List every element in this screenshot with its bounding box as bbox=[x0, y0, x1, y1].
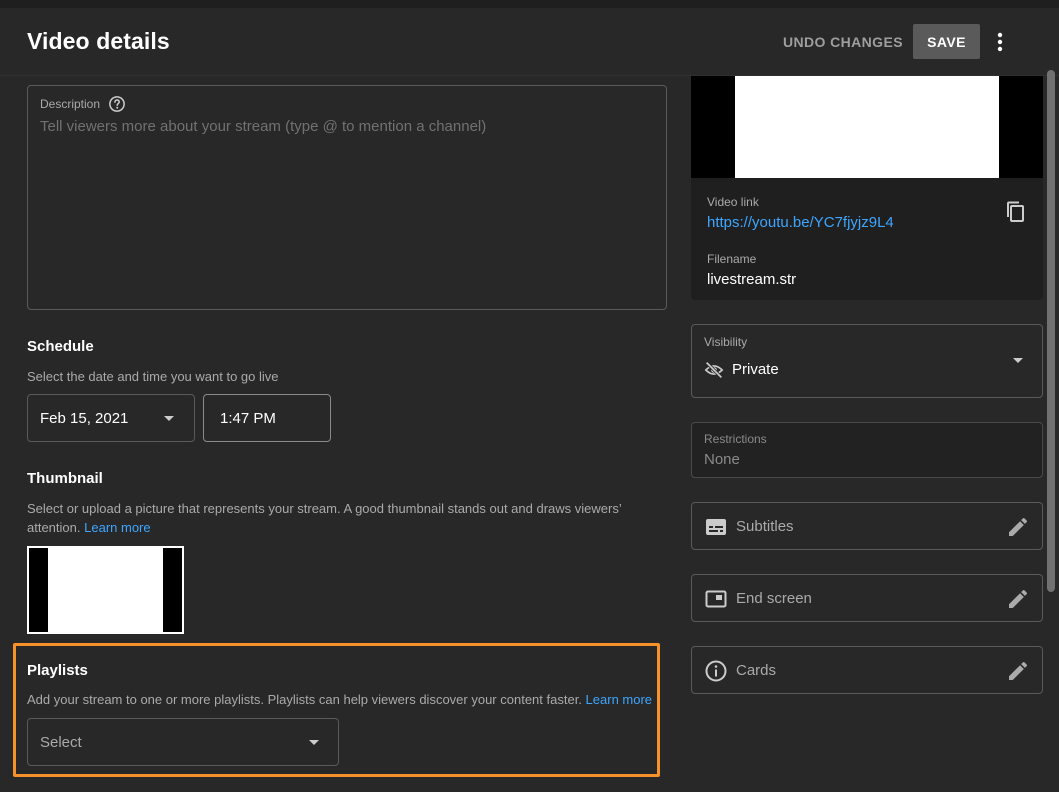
playlists-desc: Add your stream to one or more playlists… bbox=[27, 690, 652, 709]
schedule-title: Schedule bbox=[27, 338, 94, 355]
visibility-off-icon bbox=[704, 361, 724, 379]
time-input[interactable]: 1:47 PM bbox=[203, 394, 331, 442]
description-placeholder: Tell viewers more about your stream (typ… bbox=[40, 118, 487, 135]
visibility-value: Private bbox=[732, 361, 779, 378]
restrictions-value: None bbox=[704, 451, 740, 468]
thumbnail-frame bbox=[48, 548, 163, 632]
subtitles-label: Subtitles bbox=[736, 518, 794, 535]
playlist-select[interactable]: Select bbox=[27, 718, 339, 766]
chevron-down-icon bbox=[1013, 358, 1023, 363]
pencil-icon[interactable] bbox=[1006, 587, 1030, 611]
more-vert-icon[interactable] bbox=[990, 28, 1010, 56]
restrictions-field: Restrictions None bbox=[691, 422, 1043, 478]
thumbnail-title: Thumbnail bbox=[27, 470, 103, 487]
video-preview[interactable] bbox=[691, 76, 1043, 178]
playlist-select-value: Select bbox=[40, 733, 82, 751]
chevron-down-icon bbox=[164, 416, 174, 421]
description-label: Description bbox=[40, 95, 126, 113]
help-circle-icon[interactable] bbox=[108, 95, 126, 113]
scrollbar[interactable] bbox=[1047, 70, 1055, 592]
subtitles-icon bbox=[706, 519, 726, 535]
description-label-text: Description bbox=[40, 97, 101, 111]
page-title: Video details bbox=[27, 28, 170, 54]
playlists-desc-text: Add your stream to one or more playlists… bbox=[27, 692, 582, 707]
end-screen-icon bbox=[705, 590, 727, 608]
thumbnail-desc-line1: Select or upload a picture that represen… bbox=[27, 501, 622, 516]
visibility-select[interactable]: Visibility Private bbox=[691, 324, 1043, 398]
date-select[interactable]: Feb 15, 2021 bbox=[27, 394, 195, 442]
top-border bbox=[0, 0, 1059, 8]
end-screen-label: End screen bbox=[736, 590, 812, 607]
thumbnail-desc-line2: attention. bbox=[27, 520, 81, 535]
subtitles-row[interactable]: Subtitles bbox=[691, 502, 1043, 550]
schedule-subtitle: Select the date and time you want to go … bbox=[27, 369, 279, 384]
video-link-label: Video link bbox=[707, 195, 759, 209]
filename-value: livestream.str bbox=[707, 271, 797, 288]
playlists-title: Playlists bbox=[27, 662, 88, 679]
video-frame bbox=[735, 76, 999, 178]
description-textarea[interactable]: Description Tell viewers more about your… bbox=[27, 85, 667, 310]
video-link[interactable]: https://youtu.be/YC7fjyjz9L4 bbox=[707, 214, 894, 231]
undo-changes-button[interactable]: UNDO CHANGES bbox=[780, 25, 906, 59]
chevron-down-icon bbox=[309, 740, 319, 745]
cards-label: Cards bbox=[736, 662, 777, 679]
date-value: Feb 15, 2021 bbox=[40, 409, 129, 427]
save-button[interactable]: SAVE bbox=[913, 24, 980, 59]
visibility-label: Visibility bbox=[704, 335, 748, 349]
info-icon bbox=[705, 660, 727, 682]
restrictions-label: Restrictions bbox=[704, 432, 767, 446]
thumbnail-desc: Select or upload a picture that represen… bbox=[27, 499, 622, 537]
pencil-icon[interactable] bbox=[1006, 515, 1030, 539]
pencil-icon[interactable] bbox=[1006, 659, 1030, 683]
cards-row[interactable]: Cards bbox=[691, 646, 1043, 694]
playlists-learn-more-link[interactable]: Learn more bbox=[586, 692, 652, 707]
filename-label: Filename bbox=[707, 252, 757, 266]
thumbnail-image[interactable] bbox=[27, 546, 184, 634]
thumbnail-learn-more-link[interactable]: Learn more bbox=[84, 520, 150, 535]
copy-icon[interactable] bbox=[1003, 200, 1027, 224]
end-screen-row[interactable]: End screen bbox=[691, 574, 1043, 622]
video-info-panel: Video link https://youtu.be/YC7fjyjz9L4 … bbox=[691, 178, 1043, 300]
